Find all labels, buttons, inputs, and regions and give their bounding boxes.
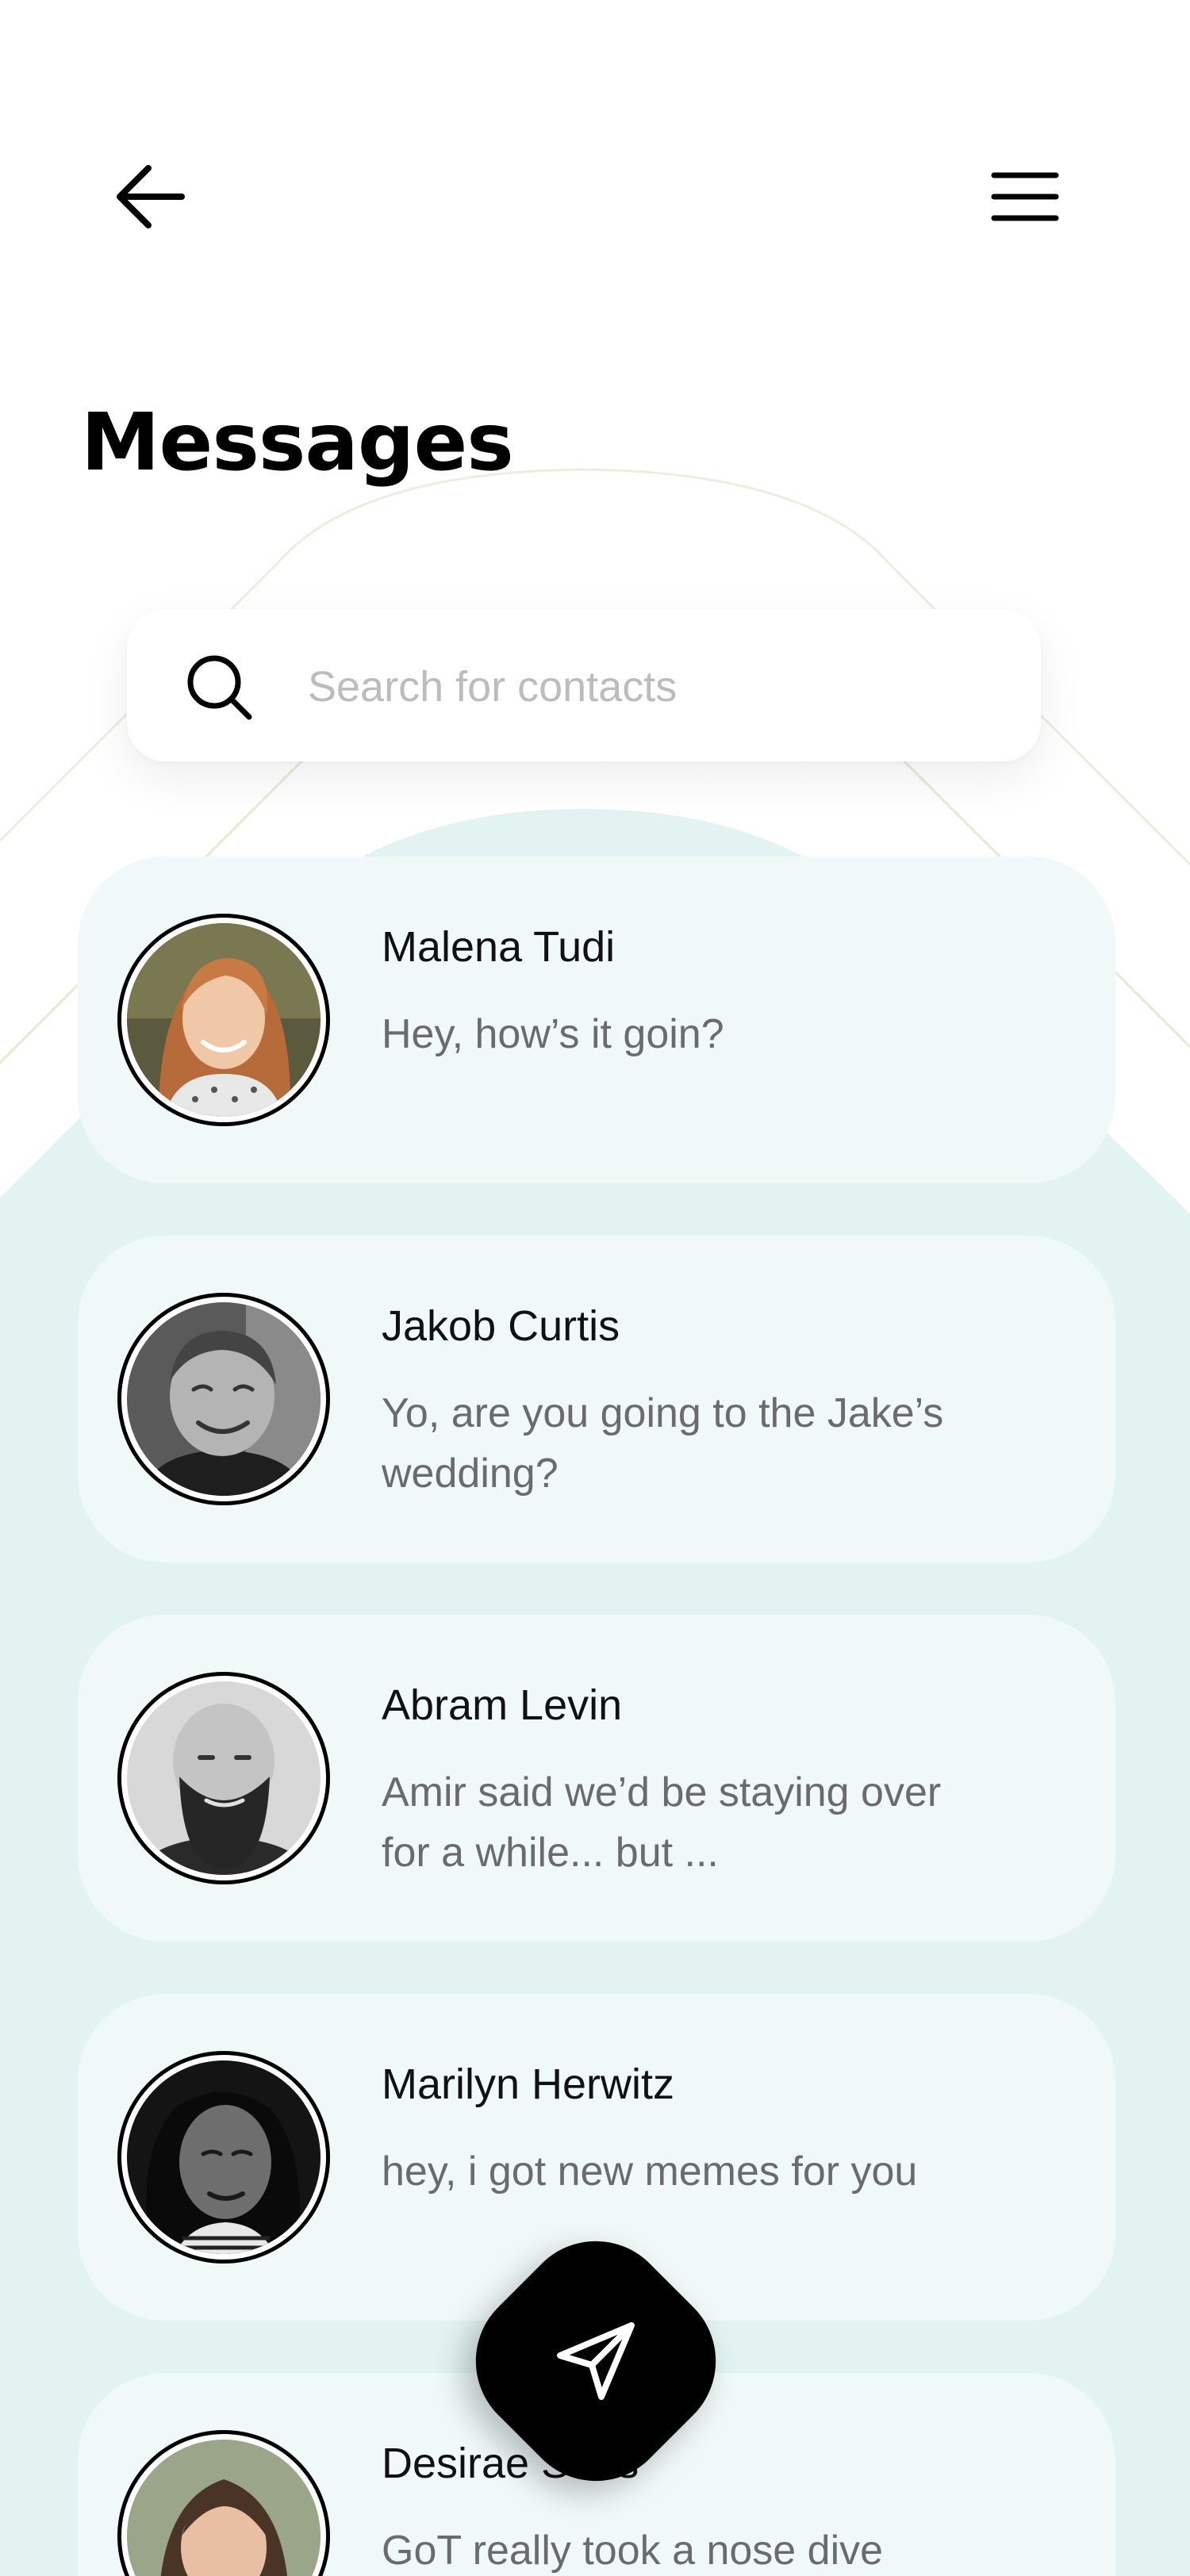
avatar xyxy=(127,923,321,1117)
arrow-left-icon xyxy=(117,165,185,228)
contact-name: Jakob Curtis xyxy=(382,1302,620,1350)
search-input[interactable] xyxy=(308,650,1006,723)
message-preview: GoT really took a nose dive xyxy=(382,2528,884,2574)
avatar xyxy=(127,1302,321,1496)
avatar xyxy=(127,2060,321,2254)
avatar xyxy=(127,2440,321,2576)
avatar-frame xyxy=(117,914,330,1126)
search-icon xyxy=(187,655,252,720)
message-preview: hey, i got new memes for you xyxy=(382,2149,918,2195)
page-title: Messages xyxy=(81,396,514,489)
hamburger-menu-icon xyxy=(991,172,1059,221)
avatar xyxy=(127,1681,321,1875)
conversation-item[interactable]: Jakob Curtis Yo, are you going to the Ja… xyxy=(78,1236,1115,1562)
message-preview: Yo, are you going to the Jake’s wedding? xyxy=(382,1390,944,1497)
message-preview: Hey, how’s it goin? xyxy=(382,1011,724,1057)
back-button[interactable] xyxy=(103,149,198,244)
contact-name: Malena Tudi xyxy=(382,923,616,971)
contact-name: Marilyn Herwitz xyxy=(382,2060,675,2108)
message-preview: Amir said we’d be staying over for a whi… xyxy=(382,1769,942,1876)
conversation-item[interactable]: Malena Tudi Hey, how’s it goin? xyxy=(78,857,1115,1183)
avatar-frame xyxy=(117,2051,330,2264)
conversation-item[interactable]: Abram Levin Amir said we’d be staying ov… xyxy=(78,1615,1115,1942)
avatar-frame xyxy=(117,1293,330,1505)
menu-button[interactable] xyxy=(977,149,1073,244)
contact-name: Abram Levin xyxy=(382,1681,623,1729)
avatar-frame xyxy=(117,1672,330,1884)
messages-screen: Messages Malena Tudi Hey, how’s it g xyxy=(0,0,1190,2576)
avatar-frame xyxy=(117,2430,330,2576)
